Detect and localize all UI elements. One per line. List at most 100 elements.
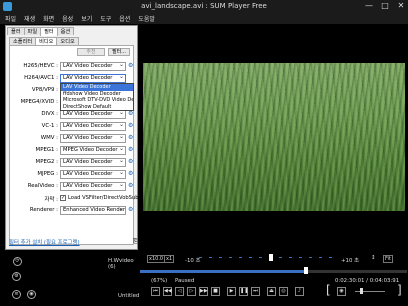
progress-thumb[interactable] xyxy=(303,267,308,274)
next-file-button[interactable]: ⏭ xyxy=(251,287,260,296)
bracket-left-icon[interactable]: [ xyxy=(326,283,331,297)
tab-player[interactable]: 플러 xyxy=(7,27,25,35)
dropdown-option[interactable]: Microsoft DTV-DVD Video Decoder xyxy=(61,97,133,104)
open-button[interactable]: ⏏ xyxy=(267,287,276,296)
settings-icon[interactable]: ⚙ xyxy=(128,135,134,141)
minimize-button[interactable]: — xyxy=(364,1,374,11)
menu-play[interactable]: 재생 xyxy=(24,14,35,23)
row-label: H264/AVC1 : xyxy=(24,75,58,81)
tab-filter[interactable]: 필터 xyxy=(40,27,58,36)
playlist-title: Untitled xyxy=(118,293,140,299)
subtitle-row: 자막 : ✓ Load VSFilter/DirectVobSub xyxy=(10,194,139,204)
menu-file[interactable]: 파일 xyxy=(5,14,16,23)
menu-help[interactable]: 도움말 xyxy=(138,14,155,23)
decoder-select[interactable]: LAV Video Decoder xyxy=(60,182,126,191)
arrows-icon[interactable]: ↕ xyxy=(371,255,376,261)
menu-view[interactable]: 보기 xyxy=(81,14,92,23)
progress-fill xyxy=(140,270,306,273)
menu-screen[interactable]: 화면 xyxy=(43,14,54,23)
menu-options[interactable]: 옵션 xyxy=(119,14,130,23)
settings-icon[interactable]: ⚙ xyxy=(128,63,134,69)
seek-strip[interactable] xyxy=(199,257,336,258)
row-label: MJPEG : xyxy=(37,171,58,177)
subtitle-checkbox[interactable]: ✓ xyxy=(60,195,66,201)
repeat-icon[interactable]: ⟳ xyxy=(13,257,22,266)
decoder-row-wmv: WMV : LAV Video Decoder ⚙ xyxy=(10,134,135,144)
decoder-select[interactable]: LAV Video Decoder xyxy=(60,170,126,179)
decoder-row-vc1: VC-1 : LAV Video Decoder ⚙ xyxy=(10,122,135,132)
tab-options[interactable]: 옵션 xyxy=(56,27,75,35)
rewind-button[interactable]: ◀◀ xyxy=(163,287,172,296)
decoder-row-divx: DIVX : LAV Video Decoder ⚙ xyxy=(10,110,135,120)
close-button[interactable]: ✕ xyxy=(396,1,406,11)
row-label: WMV : xyxy=(40,135,58,141)
recommend-button[interactable]: 추천 xyxy=(77,48,105,56)
volume-knob[interactable] xyxy=(360,288,363,294)
dropdown-option[interactable]: DirectShow Default xyxy=(61,104,133,111)
prev-file-button[interactable]: ⏮ xyxy=(151,287,160,296)
settings-round-icon[interactable]: ⚙ xyxy=(12,272,21,281)
video-frame[interactable] xyxy=(143,63,405,211)
playlist-icon[interactable]: ≡ xyxy=(12,290,21,299)
filter-settings-panel: 플러 파일 필터 옵션 소플리터 비디오 오디오 추천 필터... H265/H… xyxy=(5,25,139,250)
volume-percent: (67%) xyxy=(151,278,168,284)
row-label: MPEG1 : xyxy=(35,147,58,153)
settings-icon[interactable]: ⚙ xyxy=(128,207,134,213)
decoder-select[interactable]: LAV Video Decoder xyxy=(60,62,126,71)
copy-icon[interactable]: ⎘ xyxy=(133,238,138,246)
window-title: avi_landscape.avi : SUM Player Free xyxy=(141,2,267,10)
capture-button[interactable]: ◎ xyxy=(279,287,288,296)
decoder-select[interactable]: LAV Video Decoder xyxy=(60,122,126,131)
decoder-dropdown-list: LAV Video Decoder ffdshow Video Decoder … xyxy=(60,83,134,111)
speed-reset-button[interactable]: x1 xyxy=(164,255,175,263)
tab-file[interactable]: 파일 xyxy=(23,27,42,35)
fit-button[interactable]: Fit xyxy=(383,255,393,263)
decoder-row-mpeg1: MPEG1 : MPEG Video Decoder ⚙ xyxy=(10,146,135,156)
tab-splitter[interactable]: 소플리터 xyxy=(9,37,37,45)
settings-icon[interactable]: ⚙ xyxy=(128,111,134,117)
seek-strip-thumb[interactable] xyxy=(269,254,273,261)
decoder-select[interactable]: LAV Video Decoder xyxy=(60,134,126,143)
settings-icon[interactable]: ⚙ xyxy=(128,147,134,153)
row-label: VC-1 : xyxy=(41,123,58,129)
decoder-select[interactable]: LAV Video Decoder xyxy=(60,158,126,167)
install-filters-link[interactable]: 필터 추가 설치 (필요 프로그램) xyxy=(9,238,80,246)
decoder-row-mjpeg: MJPEG : LAV Video Decoder ⚙ xyxy=(10,170,135,180)
codec-info: H.Wvideo (6) xyxy=(108,258,134,270)
renderer-select[interactable]: Enhanced Video Renderer (C xyxy=(60,206,126,215)
stop-button[interactable]: ■ xyxy=(211,287,220,296)
forward-button[interactable]: ▶▶ xyxy=(199,287,208,296)
settings-icon[interactable]: ⚙ xyxy=(128,171,134,177)
progress-bar[interactable] xyxy=(140,270,407,273)
pause-button[interactable]: ❚❚ xyxy=(239,287,248,296)
bracket-right-icon[interactable]: ] xyxy=(397,283,402,297)
playback-status: Paused xyxy=(175,278,195,284)
playback-controls: x10.0 x1 -10 초 +10 초 ↕ Fit (67%) Paused … xyxy=(139,250,408,306)
decoder-select[interactable]: LAV Video Decoder xyxy=(60,74,126,83)
subtitle-label: 자막 : xyxy=(44,197,58,203)
volume-icon[interactable]: ◉ xyxy=(337,287,346,296)
renderer-label: Renderer : xyxy=(29,207,58,213)
skip-forward-label[interactable]: +10 초 xyxy=(341,256,359,264)
capture-icon[interactable]: ◉ xyxy=(27,290,36,299)
menu-bar: 파일 재생 화면 음성 보기 도구 옵션 도움말 xyxy=(0,13,408,24)
status-area: ⟳ ⚙ ≡ ◉ H.Wvideo (6) Untitled xyxy=(0,250,139,306)
menu-tools[interactable]: 도구 xyxy=(100,14,111,23)
decoder-select[interactable]: LAV Video Decoder xyxy=(60,110,126,119)
step-back-button[interactable]: ◁ xyxy=(175,287,184,296)
row-label: H265/HEVC : xyxy=(23,63,58,69)
settings-icon[interactable]: ⚙ xyxy=(128,159,134,165)
row-label: MPEG4/XVID : xyxy=(20,99,58,105)
filter-button[interactable]: 필터... xyxy=(108,48,130,56)
maximize-button[interactable]: □ xyxy=(380,1,390,11)
menu-audio[interactable]: 음성 xyxy=(62,14,73,23)
step-forward-button[interactable]: ▷ xyxy=(187,287,196,296)
mute-button[interactable]: ♪ xyxy=(295,287,304,296)
settings-icon[interactable]: ⚙ xyxy=(128,123,134,129)
play-button[interactable]: ▶ xyxy=(227,287,236,296)
speed-indicator[interactable]: x10.0 xyxy=(147,255,166,263)
renderer-row: Renderer : Enhanced Video Renderer (C ⚙ xyxy=(10,206,135,216)
decoder-select[interactable]: MPEG Video Decoder xyxy=(60,146,126,155)
tab-audio[interactable]: 오디오 xyxy=(56,37,79,45)
settings-icon[interactable]: ⚙ xyxy=(128,183,134,189)
